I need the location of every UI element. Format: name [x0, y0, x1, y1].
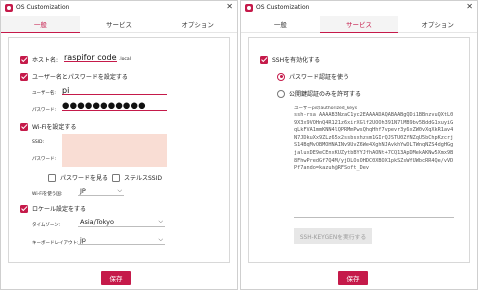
password-auth-row: パスワード認証を使う [277, 72, 349, 81]
wifi-password-label: パスワード: [32, 157, 57, 162]
tab-general[interactable]: 一般 [241, 16, 320, 32]
password-input[interactable]: ●●●●●●●●●●● [62, 102, 167, 111]
locale-label: ロケール設定をする [32, 206, 87, 213]
title-bar: OS Customization ✕ [241, 1, 477, 14]
ssh-row: SSHを有効化する [260, 55, 320, 64]
raspberry-pi-icon [245, 3, 253, 12]
general-panel: ホスト名: raspifor codesys .local ユーザー名とパスワー… [8, 37, 230, 263]
keyboard-label: キーボードレイアウト: [32, 241, 79, 246]
hostname-checkbox[interactable] [20, 55, 28, 64]
keyboard-select[interactable]: jp ⌵ [78, 235, 165, 245]
pubkey-auth-radio[interactable] [277, 89, 285, 98]
tab-services[interactable]: サービス [319, 16, 399, 33]
show-password-row: パスワードを見る [48, 173, 108, 182]
locale-row: ロケール設定をする [20, 204, 86, 213]
wifi-country-select[interactable]: JP ⌵ [78, 186, 124, 196]
hostname-label: ホスト名: [32, 57, 59, 64]
show-password-label: パスワードを見る [60, 175, 109, 182]
tab-services[interactable]: サービス [80, 16, 159, 32]
window-title: OS Customization [16, 4, 70, 11]
tab-options[interactable]: オプション [158, 16, 237, 32]
authorized-keys-text: ssh-rsa AAAAB3NzaC1yc2EAAAADAQABAABgQDi1… [294, 112, 454, 172]
timezone-label: タイムゾーン: [32, 223, 61, 228]
save-button[interactable]: 保存 [101, 271, 131, 285]
hostname-input[interactable]: raspifor codesys [64, 53, 117, 62]
tab-general[interactable]: 一般 [1, 16, 80, 33]
user-checkbox[interactable] [20, 72, 28, 81]
hostname-row: ホスト名: [20, 55, 58, 64]
wifi-label: Wi-Fiを設定する [32, 124, 77, 131]
authorized-keys-textarea[interactable]: ユーザーpiのauthorized_keys ssh-rsa AAAAB3Nza… [294, 106, 454, 218]
username-label: ユーザー名: [32, 91, 56, 96]
keyboard-value: jp [80, 236, 86, 244]
hidden-ssid-row: ステルスSSID [112, 173, 162, 182]
timezone-select[interactable]: Asia/Tokyo ⌵ [78, 217, 165, 227]
password-auth-radio[interactable] [277, 72, 285, 81]
wifi-password-input[interactable] [62, 148, 167, 167]
save-button[interactable]: 保存 [338, 271, 368, 285]
pubkey-auth-row: 公開鍵認証のみを許可する [277, 89, 361, 98]
hostname-suffix: .local [119, 57, 131, 62]
wifi-row: Wi-Fiを設定する [20, 122, 76, 131]
chevron-down-icon: ⌵ [158, 236, 163, 243]
pubkey-auth-label: 公開鍵認証のみを許可する [289, 91, 362, 98]
tab-bar: 一般 サービス オプション [241, 16, 477, 33]
ssid-input[interactable] [62, 134, 167, 148]
tab-bar: 一般 サービス オプション [1, 16, 237, 33]
timezone-value: Asia/Tokyo [80, 218, 115, 226]
close-icon[interactable]: ✕ [226, 2, 233, 11]
username-input[interactable]: pi [62, 86, 167, 95]
locale-checkbox[interactable] [20, 204, 28, 213]
tab-options[interactable]: オプション [398, 16, 477, 32]
hidden-ssid-checkbox[interactable] [112, 173, 120, 182]
chevron-down-icon: ⌵ [158, 218, 163, 225]
hidden-ssid-label: ステルスSSID [124, 175, 163, 182]
password-auth-label: パスワード認証を使う [289, 74, 350, 81]
title-bar: OS Customization ✕ [1, 1, 237, 14]
services-panel: SSHを有効化する パスワード認証を使う 公開鍵認証のみを許可する ユーザーpi… [248, 37, 470, 263]
user-row: ユーザー名とパスワードを設定する [20, 72, 128, 81]
ssid-label: SSID: [32, 140, 45, 145]
chevron-down-icon: ⌵ [117, 187, 122, 194]
wifi-country-value: JP [80, 187, 86, 195]
user-label: ユーザー名とパスワードを設定する [32, 74, 128, 81]
wifi-checkbox[interactable] [20, 122, 28, 131]
customization-window-services: OS Customization ✕ 一般 サービス オプション SSHを有効化… [240, 0, 478, 290]
customization-window-general: OS Customization ✕ 一般 サービス オプション ホスト名: r… [0, 0, 238, 290]
raspberry-pi-icon [5, 3, 13, 12]
show-password-checkbox[interactable] [48, 173, 56, 182]
password-label: パスワード: [32, 108, 57, 113]
window-title: OS Customization [256, 4, 310, 11]
ssh-label: SSHを有効化する [272, 57, 321, 64]
close-icon[interactable]: ✕ [466, 2, 473, 11]
ssh-keygen-button[interactable]: SSH-KEYGENを実行する [294, 228, 372, 244]
ssh-checkbox[interactable] [260, 55, 268, 64]
wifi-country-label: Wi-Fiを使う国: [32, 192, 63, 197]
